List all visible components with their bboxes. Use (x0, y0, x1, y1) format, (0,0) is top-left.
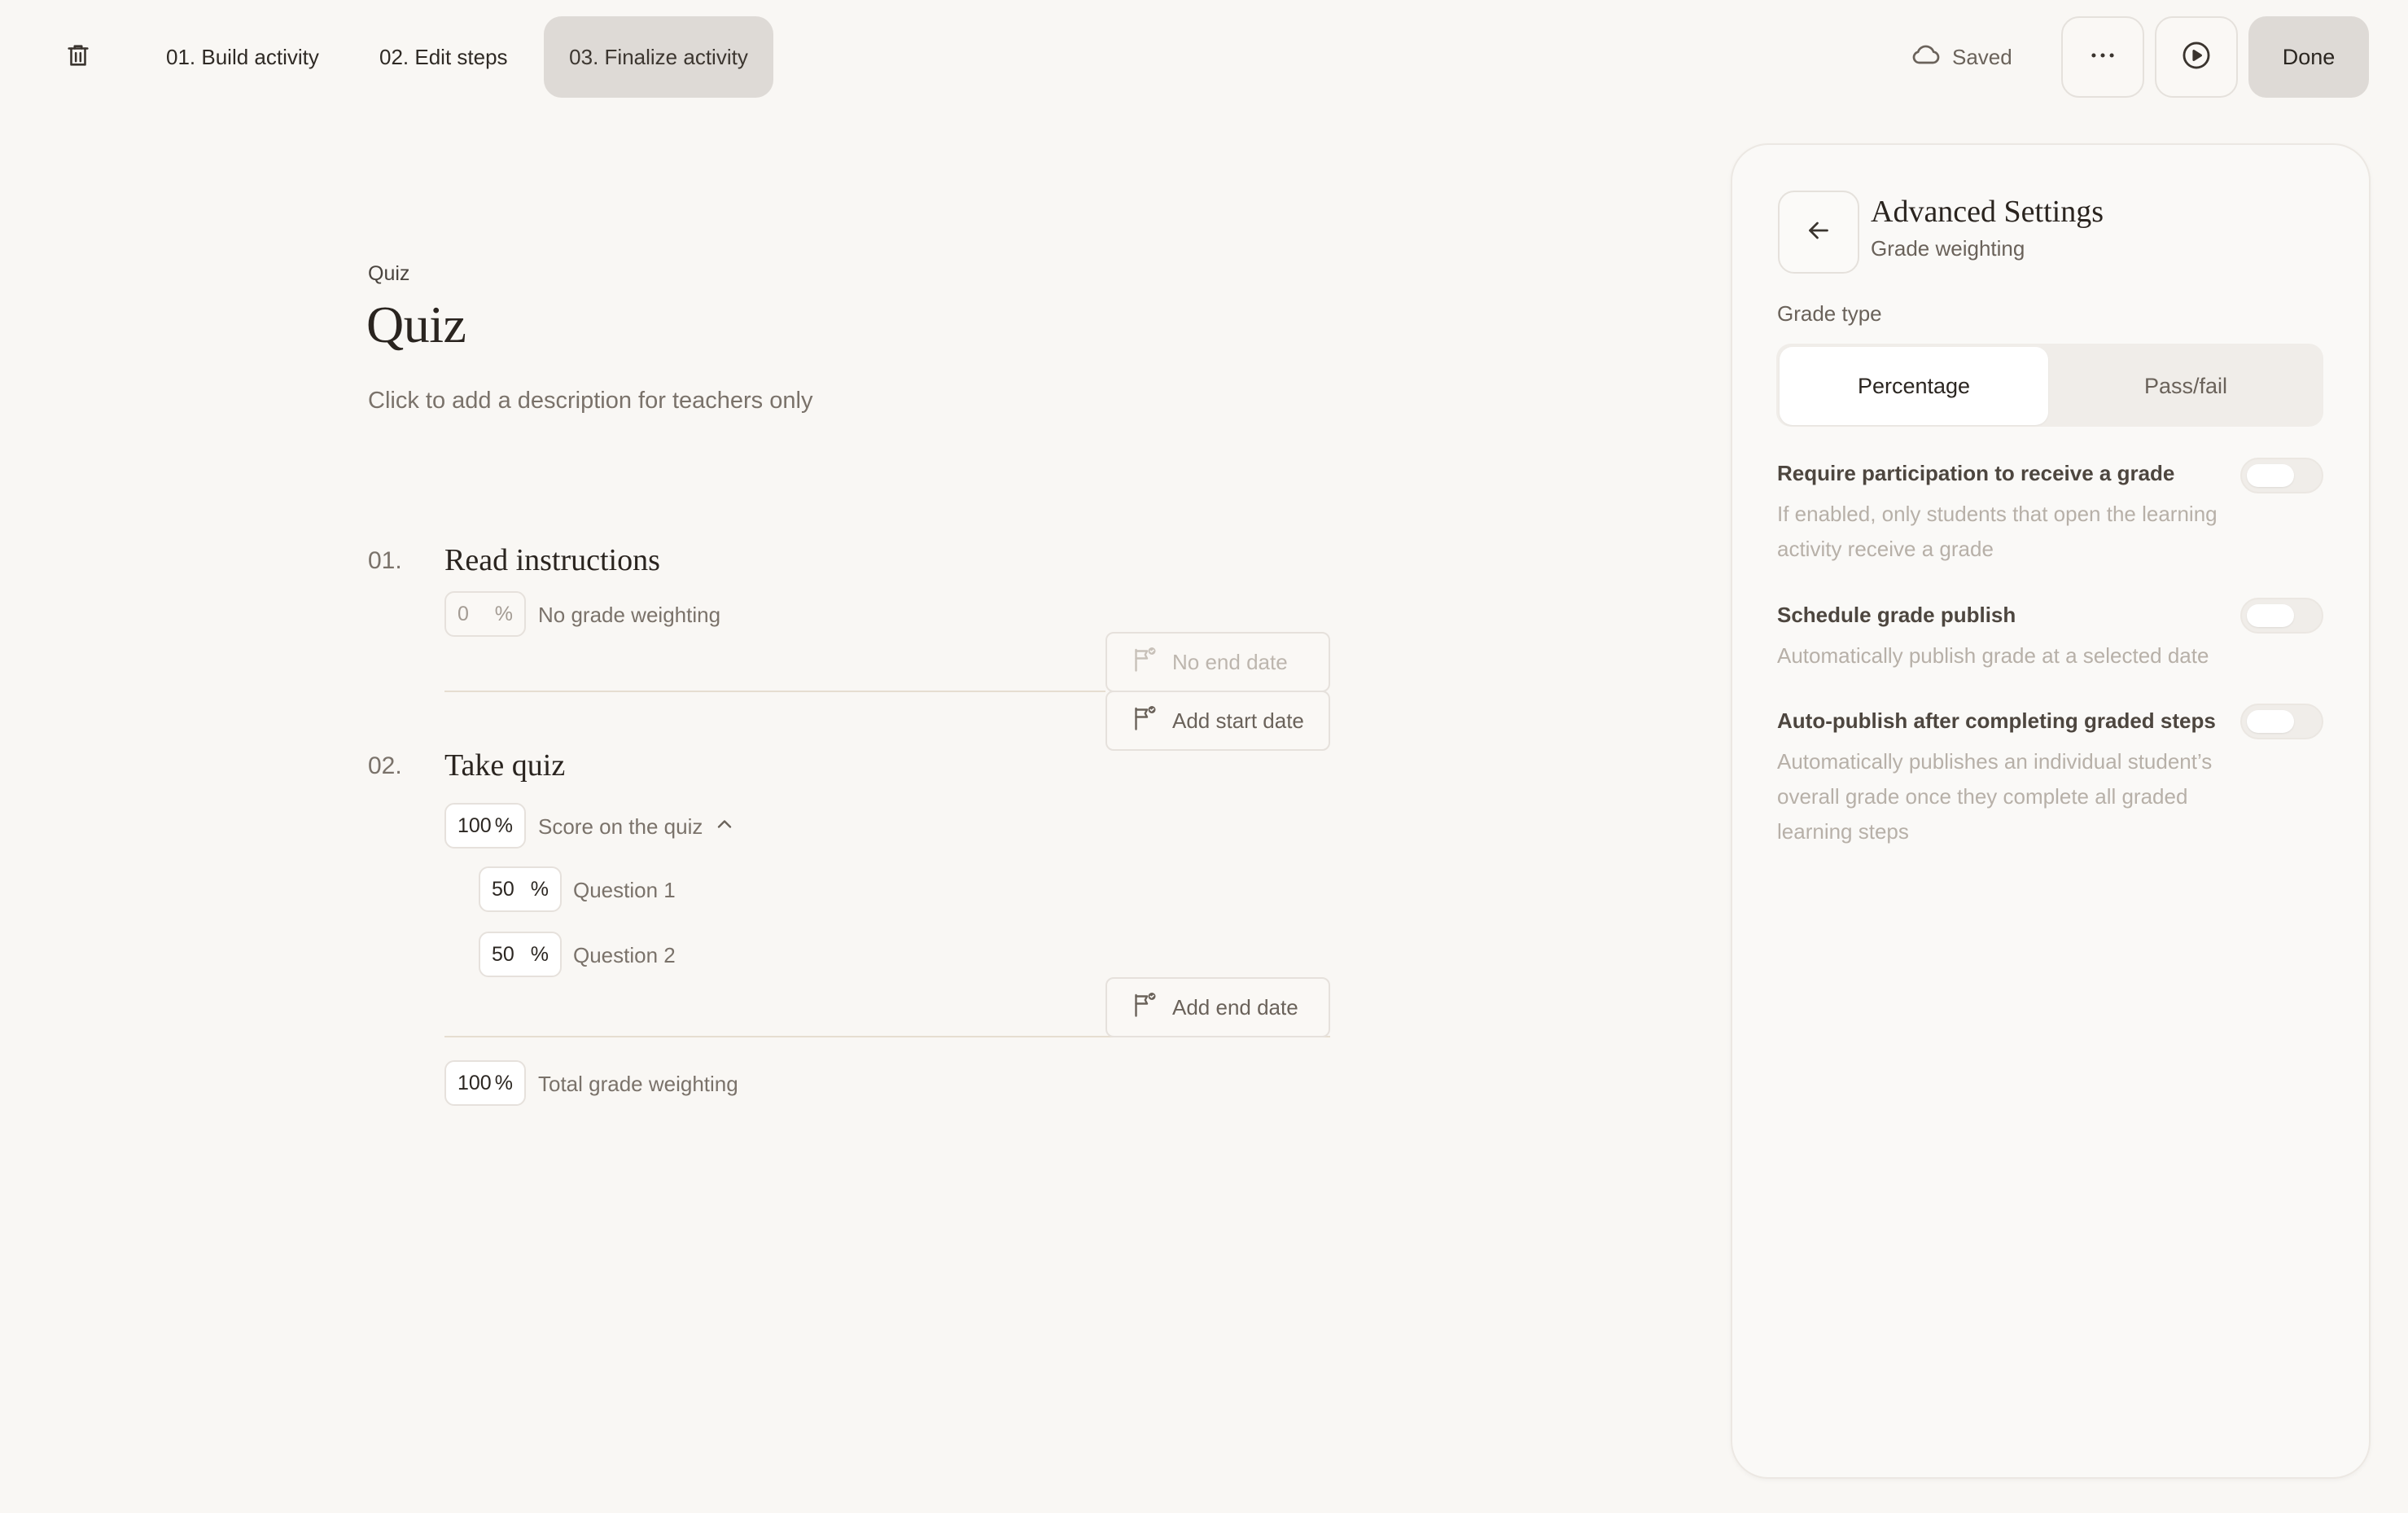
question-weight-unit: % (530, 942, 549, 966)
setting-description: If enabled, only students that open the … (1777, 502, 2218, 561)
back-button[interactable] (1778, 191, 1859, 274)
grade-type-percentage[interactable]: Percentage (1780, 347, 2048, 425)
question-label: Question 1 (573, 878, 676, 902)
question-label: Question 2 (573, 943, 676, 967)
arrow-left-icon (1804, 216, 1833, 249)
panel-subtitle: Grade weighting (1871, 236, 2025, 261)
total-weight-value: 100 (458, 1071, 492, 1094)
grade-type-pass-fail[interactable]: Pass/fail (2051, 347, 2320, 425)
step-weight-input[interactable]: 100 % (444, 803, 526, 849)
more-options-button[interactable] (2061, 16, 2144, 98)
chevron-up-icon (713, 820, 736, 839)
tab-finalize-activity-label: 03. Finalize activity (569, 44, 748, 69)
setting-description: Automatically publish grade at a selecte… (1777, 643, 2209, 668)
no-end-date-button[interactable]: No end date (1105, 632, 1330, 692)
saved-status: Saved (1910, 29, 2012, 85)
activity-description-placeholder[interactable]: Click to add a description for teachers … (368, 388, 812, 414)
flag-check-icon (1130, 645, 1159, 680)
more-horizontal-icon (2087, 40, 2118, 75)
question-weight-input[interactable]: 50 % (479, 866, 562, 912)
auto-publish-toggle[interactable] (2240, 704, 2323, 739)
total-weight-label: Total grade weighting (538, 1072, 738, 1096)
preview-button[interactable] (2155, 16, 2238, 98)
add-start-date-label: Add start date (1172, 708, 1304, 733)
schedule-grade-publish-toggle[interactable] (2240, 598, 2323, 634)
toggle-knob (2247, 604, 2294, 627)
step-weight-value: 100 (458, 814, 492, 837)
flag-check-icon (1130, 704, 1159, 739)
delete-activity-button[interactable] (50, 29, 106, 85)
toggle-knob (2247, 464, 2294, 487)
activity-title[interactable]: Quiz (366, 295, 466, 355)
require-participation-toggle[interactable] (2240, 458, 2323, 493)
step-weight-input[interactable]: 0 % (444, 591, 526, 637)
grade-type-label: Grade type (1777, 301, 1882, 326)
collapse-toggle[interactable] (713, 813, 736, 835)
grade-type-percentage-label: Percentage (1857, 373, 1971, 398)
total-weight-input[interactable]: 100 % (444, 1060, 526, 1106)
question-weight-value: 50 (492, 942, 514, 966)
step-weight-value: 0 (458, 602, 469, 625)
done-button[interactable]: Done (2248, 16, 2369, 98)
step-number: 02. (368, 752, 402, 779)
setting-description: Automatically publishes an individual st… (1777, 749, 2213, 844)
done-label: Done (2282, 44, 2336, 69)
tab-build-activity-label: 01. Build activity (166, 44, 319, 69)
step-weight-label: No grade weighting (538, 603, 721, 627)
step-divider (444, 691, 1105, 692)
step-number: 01. (368, 547, 402, 574)
add-end-date-button[interactable]: Add end date (1105, 977, 1330, 1037)
total-weight-unit: % (494, 1071, 513, 1094)
panel-title: Advanced Settings (1871, 195, 2104, 229)
tab-build-activity[interactable]: 01. Build activity (138, 16, 347, 98)
setting-title: Schedule grade publish (1777, 603, 2016, 627)
cloud-icon (1910, 38, 1942, 77)
toggle-knob (2247, 710, 2294, 733)
step-title: Read instructions (444, 543, 660, 577)
flag-check-icon (1130, 990, 1159, 1025)
activity-kind: Quiz (368, 262, 410, 285)
no-end-date-label: No end date (1172, 649, 1288, 674)
step-weight-label: Score on the quiz (538, 814, 703, 839)
step-weight-unit: % (494, 602, 513, 625)
add-end-date-label: Add end date (1172, 994, 1298, 1020)
question-weight-unit: % (530, 877, 549, 901)
play-circle-icon (2181, 40, 2212, 75)
trash-icon (64, 42, 92, 73)
grade-type-pass-fail-label: Pass/fail (2143, 373, 2228, 398)
setting-title: Require participation to receive a grade (1777, 461, 2175, 485)
tab-edit-steps[interactable]: 02. Edit steps (352, 16, 536, 98)
tab-edit-steps-label: 02. Edit steps (379, 44, 508, 69)
saved-label: Saved (1952, 44, 2012, 69)
question-weight-value: 50 (492, 877, 514, 901)
question-weight-input[interactable]: 50 % (479, 932, 562, 977)
step-title: Take quiz (444, 748, 566, 783)
step-weight-unit: % (494, 814, 513, 837)
setting-title: Auto-publish after completing graded ste… (1777, 708, 2216, 733)
tab-finalize-activity[interactable]: 03. Finalize activity (544, 16, 773, 98)
add-start-date-button[interactable]: Add start date (1105, 691, 1330, 751)
